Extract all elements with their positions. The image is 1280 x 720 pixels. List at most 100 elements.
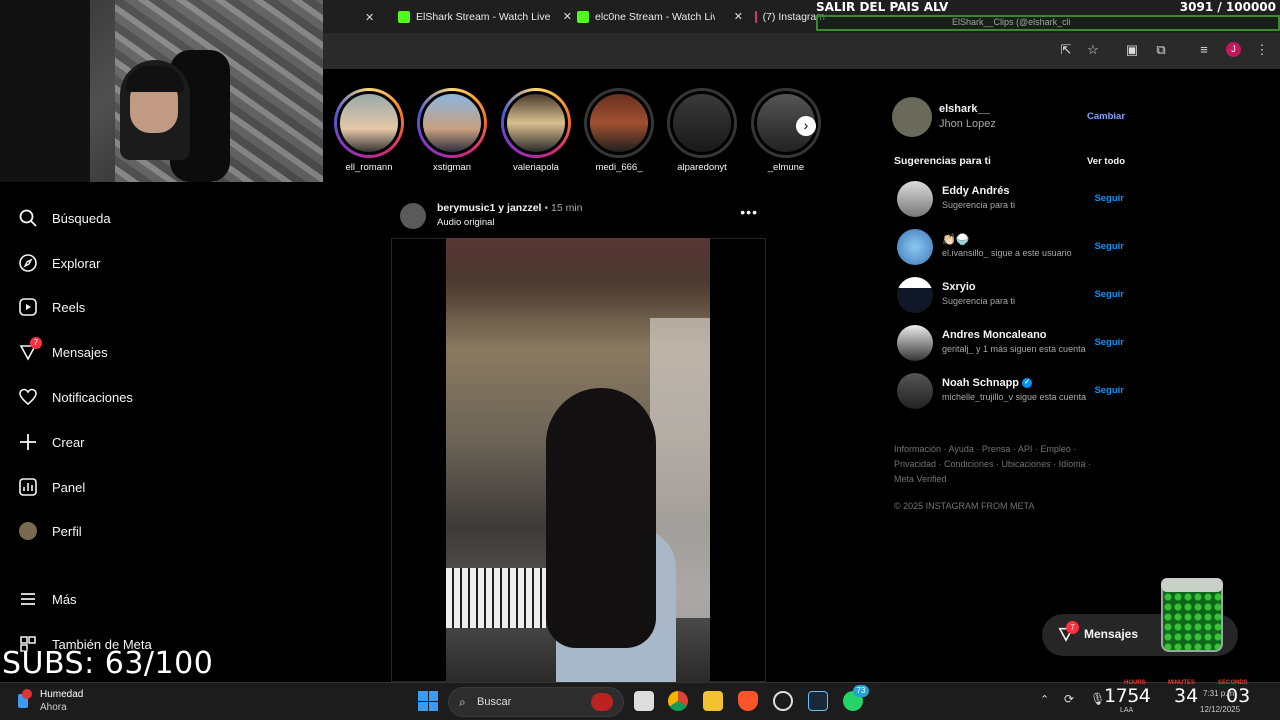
suggestion-avatar[interactable] — [897, 229, 933, 265]
close-icon[interactable]: ✕ — [734, 10, 743, 23]
timer-hours-value: 17 — [1104, 685, 1128, 707]
sidebar-item-notifications[interactable]: Notificaciones — [18, 384, 133, 410]
footer-links[interactable]: Información · Ayuda · Prensa · API · Emp… — [894, 442, 1109, 487]
follow-button[interactable]: Seguir — [1094, 385, 1124, 396]
post-authors-names[interactable]: berymusic1 y janzzel — [437, 202, 541, 214]
tab-elshark-stream[interactable]: ElShark Stream - Watch Live ✕ — [398, 4, 572, 30]
story-item[interactable]: medi_666_ — [584, 88, 654, 173]
sidebar-item-label: Explorar — [52, 255, 101, 271]
install-app-icon[interactable]: ⇱ — [1058, 42, 1074, 58]
kick-icon — [398, 11, 410, 23]
tab-instagram[interactable]: (7) Instagram — [755, 4, 825, 30]
follow-button[interactable]: Seguir — [1094, 337, 1124, 348]
story-item[interactable]: ell_romann — [334, 88, 404, 173]
weather-subtitle: Ahora — [40, 702, 67, 713]
input-language[interactable]: LAA — [1120, 707, 1133, 714]
see-all-link[interactable]: Ver todo — [1087, 156, 1125, 167]
tab-close-prev[interactable]: ✕ — [365, 4, 374, 30]
post-time: 15 min — [550, 202, 583, 214]
suggestion-reason: Sugerencia para ti — [942, 200, 1016, 210]
stream-goal-banner: SALIR DEL PAIS ALV — [816, 0, 949, 14]
suggestion-name[interactable]: Noah Schnapp ✓ — [942, 377, 1033, 389]
brave-icon[interactable] — [738, 691, 758, 711]
profile-avatar-icon[interactable]: J — [1226, 42, 1241, 57]
follow-button[interactable]: Seguir — [1094, 289, 1124, 300]
sync-icon[interactable]: ⟳ — [1064, 692, 1074, 706]
suggestion-name[interactable]: Sxryio — [942, 281, 976, 293]
tab-elc0ne-stream[interactable]: elc0ne Stream - Watch Live o ✕ — [577, 4, 743, 30]
sidebar-item-label: Mensajes — [52, 344, 108, 360]
suggestion-reason: michelle_trujillo_v sigue esta cuenta — [942, 392, 1087, 402]
webcam-monitor — [0, 0, 90, 182]
suggestion-reason: geritalj_ y 1 más siguen esta cuenta — [942, 344, 1086, 354]
suggestion-avatar[interactable] — [897, 277, 933, 313]
task-view-icon[interactable] — [634, 691, 654, 711]
sidebar-item-label: Búsqueda — [52, 210, 111, 226]
taskbar-search[interactable]: ⌕ Buscar — [448, 687, 624, 717]
steam-icon[interactable] — [808, 691, 828, 711]
close-icon[interactable]: ✕ — [563, 10, 572, 23]
heart-icon — [18, 387, 38, 407]
sidebar-item-create[interactable]: Crear — [18, 429, 85, 455]
chevron-up-icon[interactable]: ⌃ — [1040, 693, 1049, 706]
follow-button[interactable]: Seguir — [1094, 241, 1124, 252]
follow-button[interactable]: Seguir — [1094, 193, 1124, 204]
suggestions-title: Sugerencias para ti — [894, 155, 991, 167]
story-item[interactable]: xstigman — [417, 88, 487, 173]
post-authors[interactable]: berymusic1 y janzzel • 15 min — [437, 202, 583, 214]
whatsapp-icon[interactable]: 73 — [843, 685, 869, 711]
obs-icon[interactable] — [773, 691, 793, 711]
story-item[interactable]: valeriapola — [501, 88, 571, 173]
suggestion-item: Noah Schnapp ✓ michelle_trujillo_v sigue… — [897, 373, 1127, 409]
sidebar-item-label: Notificaciones — [52, 389, 133, 405]
system-date[interactable]: 12/12/2025 — [1200, 705, 1240, 714]
post-header: berymusic1 y janzzel • 15 min Audio orig… — [400, 200, 766, 232]
picture-in-picture-icon[interactable]: ▣ — [1124, 42, 1140, 58]
story-ring — [667, 88, 737, 158]
extensions-icon[interactable]: ⧉ — [1153, 42, 1169, 58]
sidebar-item-label: Más — [52, 591, 77, 607]
story-item[interactable]: alparedonyt — [667, 88, 737, 173]
weather-title[interactable]: Humedad — [40, 689, 83, 700]
current-user-username[interactable]: elshark__ — [939, 103, 990, 115]
chart-icon — [18, 477, 38, 497]
chrome-icon[interactable] — [668, 691, 688, 711]
sidebar-item-reels[interactable]: Reels — [18, 294, 85, 320]
current-user-avatar[interactable] — [892, 97, 932, 137]
close-icon[interactable]: ✕ — [365, 11, 374, 24]
sidebar-item-explore[interactable]: Explorar — [18, 250, 100, 276]
search-highlight-icon — [591, 693, 613, 711]
sidebar-item-profile[interactable]: Perfil — [18, 518, 82, 544]
suggestion-name-text[interactable]: Noah Schnapp — [942, 377, 1019, 389]
sidebar-item-dashboard[interactable]: Panel — [18, 474, 85, 500]
windows-start-button[interactable] — [418, 691, 438, 711]
suggestion-avatar[interactable] — [897, 325, 933, 361]
search-icon: ⌕ — [459, 695, 466, 709]
clip-tab-title: ElShark__Clips (@elshark_cli — [952, 17, 1071, 27]
stories-next-button[interactable]: › — [796, 116, 816, 136]
post-video[interactable] — [446, 238, 710, 682]
suggestion-avatar[interactable] — [897, 181, 933, 217]
file-explorer-icon[interactable] — [703, 691, 723, 711]
suggestion-name[interactable]: Andres Moncaleano — [942, 329, 1047, 341]
media-queue-icon[interactable]: ≡ — [1196, 42, 1212, 58]
post-audio-link[interactable]: Audio original — [437, 217, 495, 228]
sidebar-item-search[interactable]: Búsqueda — [18, 205, 111, 231]
sidebar-item-messages[interactable]: 7 Mensajes — [18, 337, 108, 365]
bookmark-star-icon[interactable]: ☆ — [1085, 42, 1101, 58]
sidebar-item-more[interactable]: Más — [18, 586, 77, 612]
plus-icon — [18, 432, 38, 452]
microphone-icon[interactable]: 🎙 — [1090, 692, 1105, 706]
post-more-button[interactable]: ••• — [740, 204, 758, 220]
switch-account-button[interactable]: Cambiar — [1087, 111, 1125, 122]
system-time[interactable]: 7:31 p.m. — [1203, 689, 1236, 698]
windows-taskbar: Humedad Ahora ⌕ Buscar 73 ⌃ ⟳ 🎙 HOURS MI… — [0, 680, 1280, 720]
post-avatar[interactable] — [400, 203, 426, 229]
search-icon — [18, 208, 38, 228]
weather-icon[interactable] — [14, 688, 34, 712]
suggestion-name[interactable]: Eddy Andrés — [942, 185, 1009, 197]
suggestion-avatar[interactable] — [897, 373, 933, 409]
kebab-menu-icon[interactable]: ⋮ — [1254, 42, 1270, 58]
suggestion-name[interactable]: 👏🏻🍚 — [942, 233, 969, 246]
suggestion-reason: el.ivansillo_ sigue a este usuario — [942, 248, 1072, 258]
